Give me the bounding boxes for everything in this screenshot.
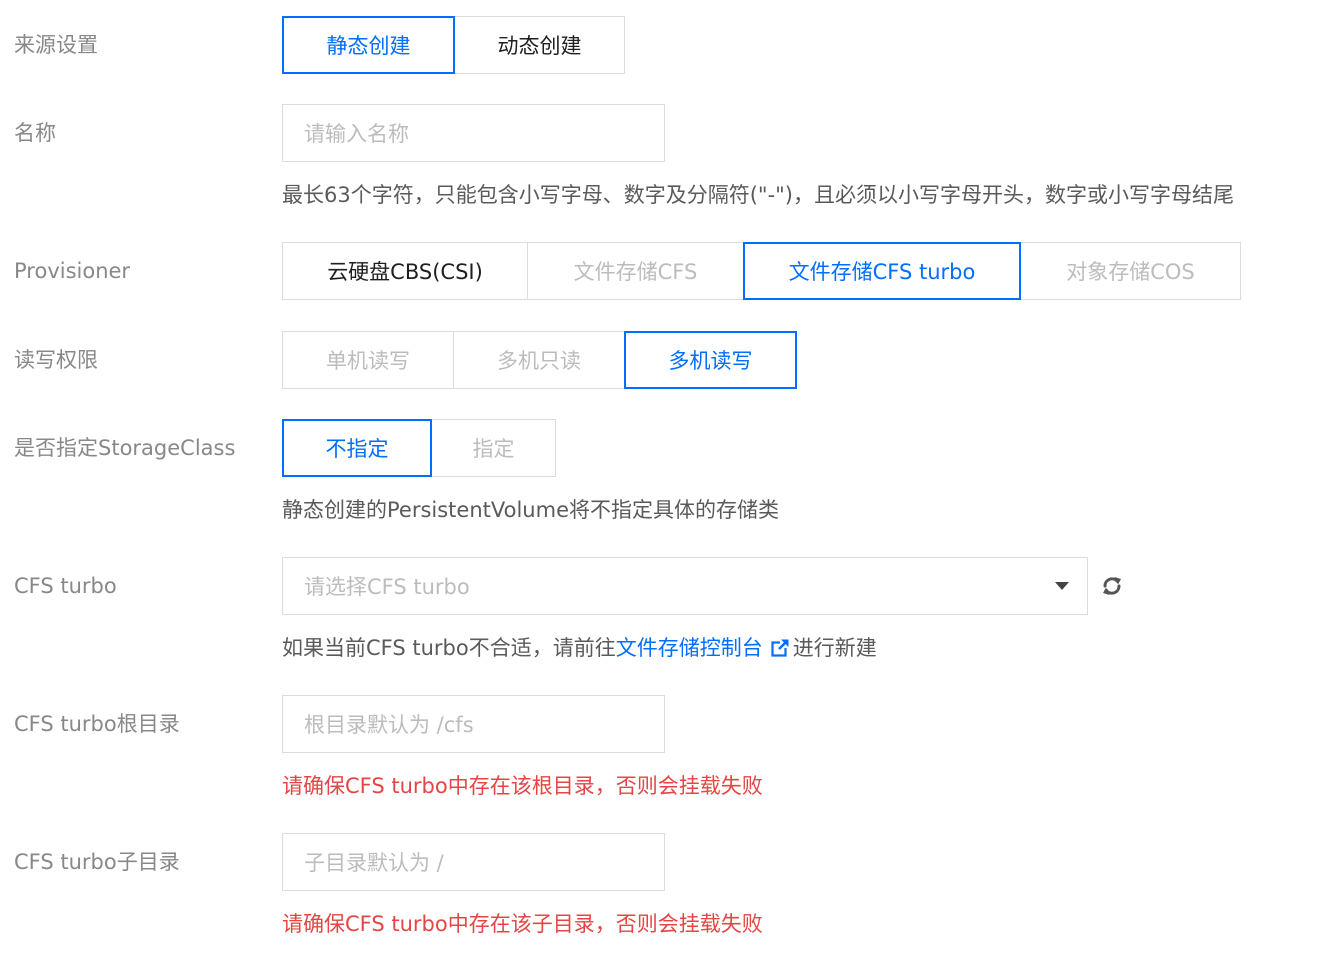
storage-class-option-specified: 指定 — [431, 419, 556, 477]
cfs-turbo-help-suffix: 进行新建 — [792, 636, 877, 660]
name-input[interactable]: 请输入名称 — [282, 104, 665, 162]
external-link-icon[interactable] — [771, 639, 789, 657]
name-help-text: 最长63个字符，只能包含小写字母、数字及分隔符("-")，且必须以小写字母开头，… — [282, 183, 1234, 207]
chevron-down-icon — [1055, 582, 1069, 590]
name-label: 名称 — [14, 121, 56, 145]
source-option-dynamic[interactable]: 动态创建 — [454, 16, 625, 74]
access-option-multi-rw[interactable]: 多机读写 — [624, 331, 797, 389]
provisioner-segmented: 云硬盘CBS(CSI) 文件存储CFS 文件存储CFS turbo 对象存储CO… — [282, 242, 1241, 300]
root-dir-error-text: 请确保CFS turbo中存在该根目录，否则会挂载失败 — [282, 774, 763, 798]
source-segmented: 静态创建 动态创建 — [282, 16, 625, 74]
storage-class-segmented: 不指定 指定 — [282, 419, 556, 477]
access-option-multi-ro: 多机只读 — [453, 331, 625, 389]
sub-dir-error-text: 请确保CFS turbo中存在该子目录，否则会挂载失败 — [282, 912, 763, 936]
sub-dir-label: CFS turbo子目录 — [14, 850, 180, 874]
storage-class-label: 是否指定StorageClass — [14, 436, 236, 460]
root-dir-label: CFS turbo根目录 — [14, 712, 180, 736]
storage-form: 来源设置 静态创建 动态创建 名称 请输入名称 最长63个字符，只能包含小写字母… — [0, 0, 1329, 972]
refresh-icon[interactable] — [1098, 572, 1126, 600]
cfs-turbo-select[interactable]: 请选择CFS turbo — [282, 557, 1088, 615]
provisioner-option-cfs-turbo[interactable]: 文件存储CFS turbo — [743, 242, 1021, 300]
provisioner-label: Provisioner — [14, 259, 131, 283]
cfs-turbo-help-prefix: 如果当前CFS turbo不合适，请前往 — [282, 636, 616, 660]
source-option-static[interactable]: 静态创建 — [282, 16, 455, 74]
storage-class-help-text: 静态创建的PersistentVolume将不指定具体的存储类 — [282, 498, 779, 522]
provisioner-option-cos: 对象存储COS — [1020, 242, 1241, 300]
storage-class-option-unspecified[interactable]: 不指定 — [282, 419, 432, 477]
cfs-turbo-label: CFS turbo — [14, 574, 117, 598]
cfs-turbo-help-text: 如果当前CFS turbo不合适，请前往文件存储控制台 进行新建 — [282, 634, 877, 662]
access-option-single-rw: 单机读写 — [282, 331, 454, 389]
source-label: 来源设置 — [14, 33, 98, 57]
provisioner-option-cbs[interactable]: 云硬盘CBS(CSI) — [282, 242, 528, 300]
cfs-console-link[interactable]: 文件存储控制台 — [616, 636, 763, 660]
sub-dir-input[interactable]: 子目录默认为 / — [282, 833, 665, 891]
cfs-turbo-select-placeholder: 请选择CFS turbo — [304, 575, 470, 599]
access-label: 读写权限 — [14, 348, 98, 372]
root-dir-input[interactable]: 根目录默认为 /cfs — [282, 695, 665, 753]
provisioner-option-cfs: 文件存储CFS — [527, 242, 744, 300]
access-segmented: 单机读写 多机只读 多机读写 — [282, 331, 797, 389]
